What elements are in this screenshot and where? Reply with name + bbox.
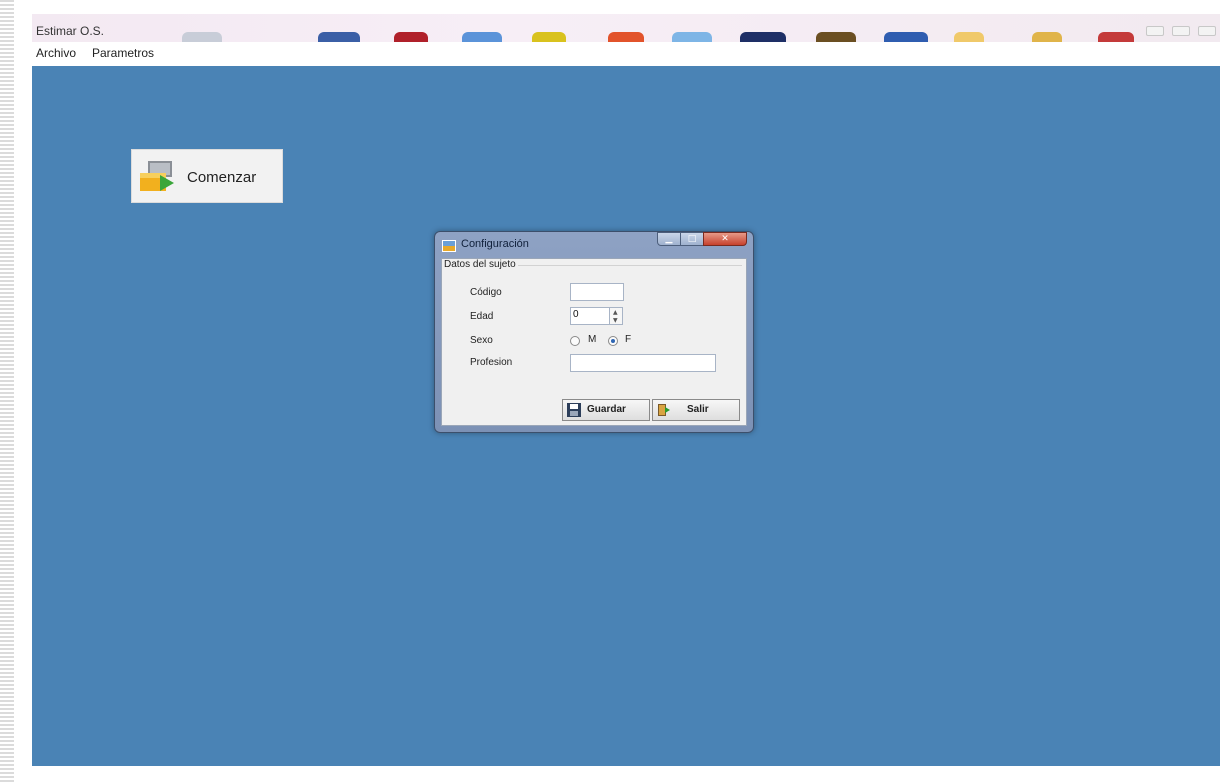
titlebar-decoration — [1098, 32, 1134, 42]
edad-label: Edad — [470, 311, 494, 322]
dialog-controls: ▁ □ ✕ — [657, 232, 747, 246]
titlebar-decoration — [1032, 32, 1062, 42]
spin-up-icon[interactable]: ▲ — [613, 310, 618, 316]
menu-bar: Archivo Parametros — [32, 42, 1220, 67]
start-button-label: Comenzar — [187, 169, 257, 186]
start-arrow-icon — [140, 161, 174, 191]
spin-down-icon[interactable]: ▼ — [613, 318, 618, 324]
save-button-label: Guardar — [587, 404, 626, 415]
exit-button-label: Salir — [687, 404, 709, 415]
titlebar-decoration — [816, 32, 856, 42]
profesion-input[interactable] — [570, 354, 716, 372]
titlebar-decoration — [740, 32, 786, 42]
menu-archivo[interactable]: Archivo — [36, 46, 76, 60]
group-label: Datos del sujeto — [444, 259, 516, 270]
start-button[interactable]: Comenzar — [131, 149, 283, 203]
title-bar: Estimar O.S. — [32, 14, 1220, 42]
window-controls — [1146, 26, 1216, 36]
titlebar-decoration — [672, 32, 712, 42]
menu-parametros[interactable]: Parametros — [92, 46, 154, 60]
configuration-dialog: Configuración ▁ □ ✕ Datos del sujeto Cód… — [434, 231, 754, 433]
edad-stepper[interactable]: ▲ ▼ — [609, 307, 623, 325]
titlebar-decoration — [608, 32, 644, 42]
dialog-minimize-button[interactable]: ▁ — [657, 232, 681, 246]
titlebar-decoration — [462, 32, 502, 42]
save-button[interactable]: Guardar — [562, 399, 650, 421]
profesion-label: Profesion — [470, 357, 513, 368]
page-edge-decoration — [0, 0, 14, 782]
window-title: Estimar O.S. — [36, 24, 105, 38]
sexo-option-f-label: F — [625, 334, 632, 345]
edad-input[interactable]: 0 — [570, 307, 610, 325]
sexo-option-m-label: M — [588, 334, 597, 345]
dialog-title: Configuración — [461, 238, 529, 250]
sexo-radio-m[interactable] — [570, 336, 580, 346]
minimize-button[interactable] — [1146, 26, 1164, 36]
titlebar-decoration — [954, 32, 984, 42]
maximize-button[interactable] — [1172, 26, 1190, 36]
titlebar-decoration — [318, 32, 360, 42]
dialog-maximize-button[interactable]: □ — [680, 232, 704, 246]
dialog-body: Datos del sujeto Código Edad 0 ▲ ▼ Sexo … — [441, 258, 747, 426]
group-divider — [518, 265, 742, 266]
titlebar-decoration — [884, 32, 928, 42]
titlebar-decoration — [394, 32, 428, 42]
codigo-label: Código — [470, 287, 502, 298]
titlebar-decoration — [532, 32, 566, 42]
codigo-input[interactable] — [570, 283, 624, 301]
close-button[interactable] — [1198, 26, 1216, 36]
sexo-label: Sexo — [470, 335, 493, 346]
exit-button[interactable]: Salir — [652, 399, 740, 421]
dialog-app-icon — [442, 240, 456, 252]
exit-door-icon — [658, 404, 670, 416]
dialog-close-button[interactable]: ✕ — [703, 232, 747, 246]
sexo-radio-f[interactable] — [608, 336, 618, 346]
floppy-disk-icon — [567, 403, 581, 417]
titlebar-decoration — [182, 32, 222, 42]
